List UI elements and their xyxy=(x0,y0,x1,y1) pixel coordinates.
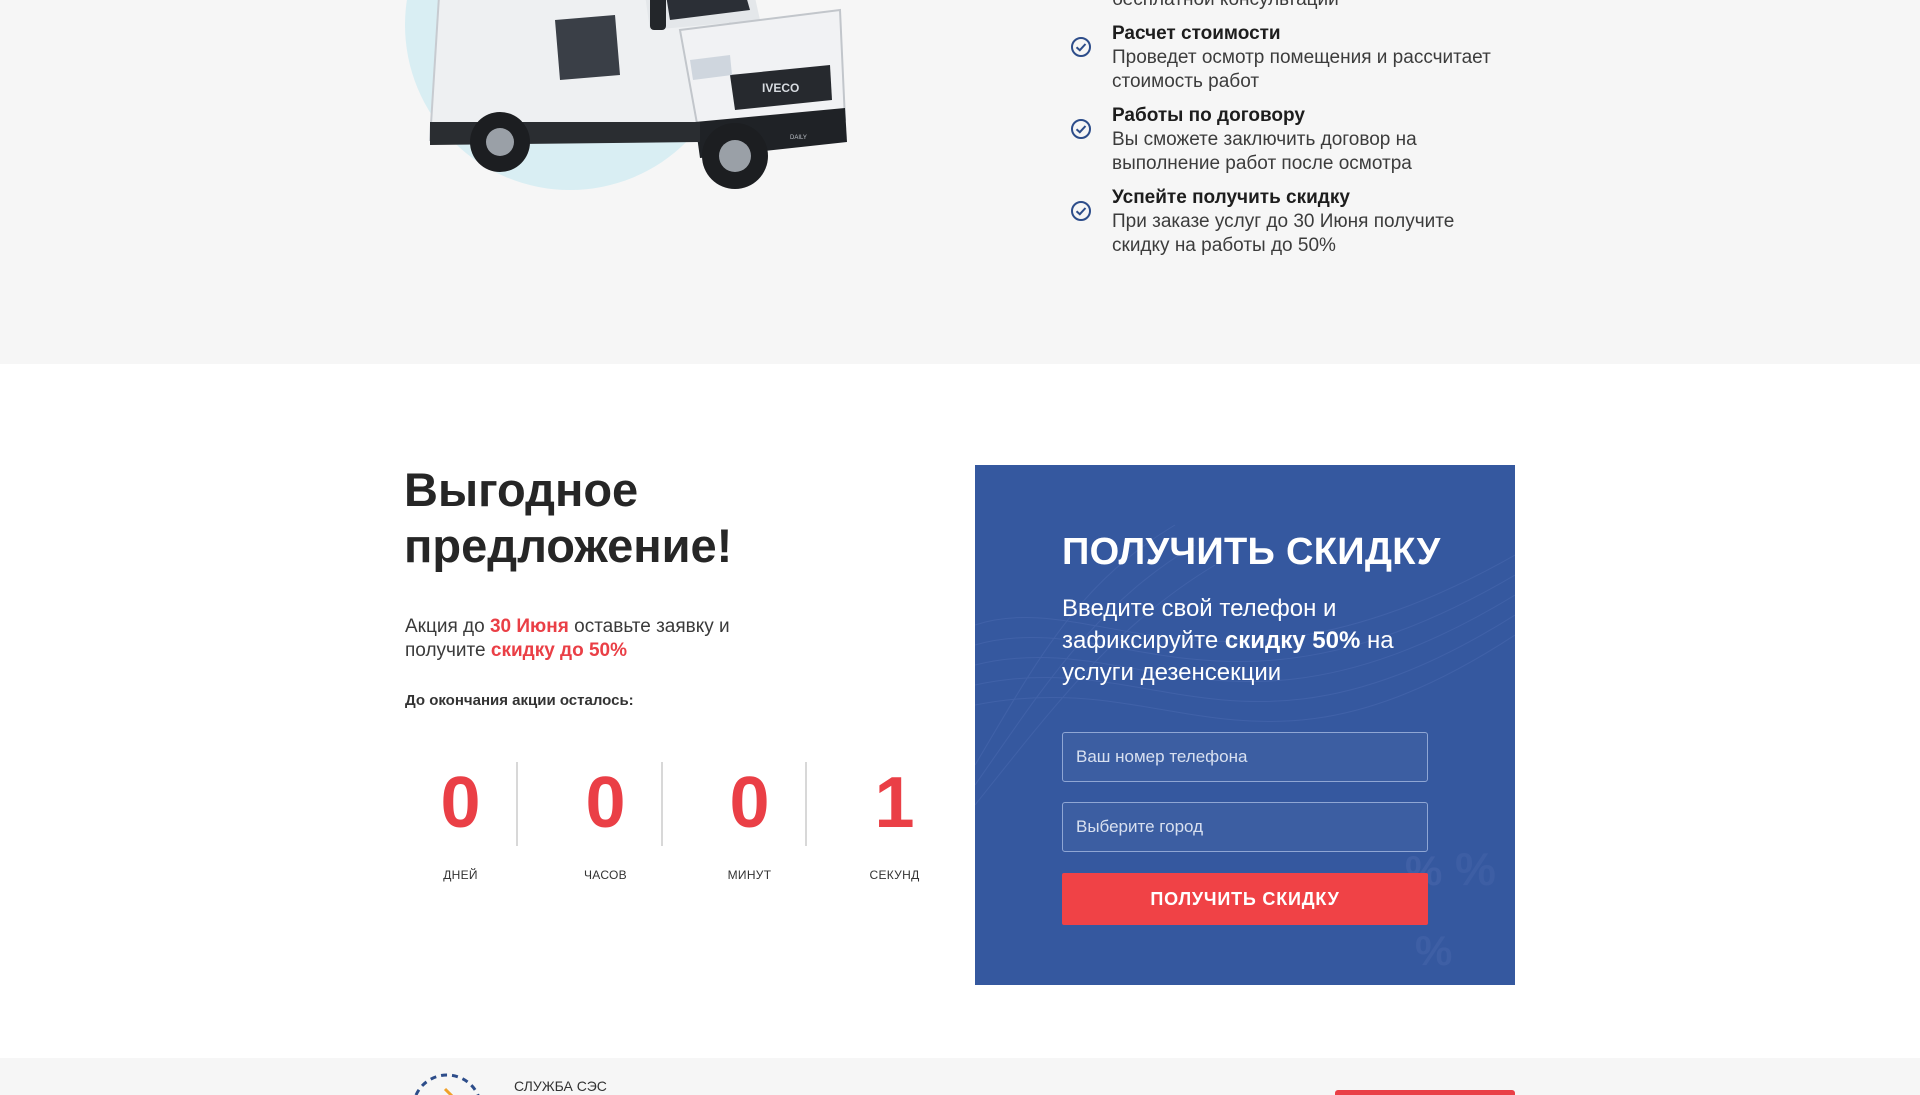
offer-text-part: Акция до xyxy=(405,616,490,637)
countdown-divider xyxy=(805,762,807,846)
features-list: бесплатной консультации Расчет стоимости… xyxy=(1070,0,1510,268)
countdown-timer: 0 ДНЕЙ 0 ЧАСОВ 0 МИНУТ 1 СЕКУНД xyxy=(405,758,919,882)
countdown-divider xyxy=(516,762,518,846)
services-section: IVECO DAILY бесплатной консультации Расч… xyxy=(0,0,1920,364)
feature-title: Успейте получить скидку xyxy=(1112,187,1350,208)
countdown-seconds: 1 СЕКУНД xyxy=(822,758,967,882)
offer-text: Акция до 30 Июня оставьте заявку и получ… xyxy=(405,615,785,663)
countdown-divider xyxy=(661,762,663,846)
get-discount-button[interactable]: ПОЛУЧИТЬ СКИДКУ xyxy=(1062,873,1428,925)
city-select[interactable] xyxy=(1062,802,1428,852)
countdown-value: 0 xyxy=(585,763,626,843)
check-circle-icon xyxy=(1071,201,1091,221)
van-brand-text: IVECO xyxy=(762,81,799,95)
countdown-value: 1 xyxy=(874,763,915,843)
countdown-unit: МИНУТ xyxy=(727,868,772,882)
check-circle-icon xyxy=(1071,37,1091,57)
offer-discount: скидку до 50% xyxy=(490,640,628,661)
van-illustration: IVECO DAILY xyxy=(400,0,860,190)
countdown-days: 0 ДНЕЙ xyxy=(388,758,533,882)
feature-item-cost: Расчет стоимости Проведет осмотр помещен… xyxy=(1070,22,1510,94)
percent-decoration-icon: % xyxy=(1455,843,1496,895)
feature-desc: Вы сможете заключить договор на выполнен… xyxy=(1112,129,1417,174)
feature-title: Работы по договору xyxy=(1112,105,1305,126)
feature-item-discount: Успейте получить скидку При заказе услуг… xyxy=(1070,186,1510,258)
offer-title: Выгодное предложение! xyxy=(404,463,733,572)
feature-item-contract: Работы по договору Вы сможете заключить … xyxy=(1070,104,1510,176)
offer-date: 30 Июня xyxy=(489,616,569,637)
footer-cta-button[interactable] xyxy=(1335,1090,1515,1095)
van-image: IVECO DAILY xyxy=(428,0,847,189)
check-circle-icon xyxy=(1071,119,1091,139)
countdown-unit: ДНЕЙ xyxy=(443,868,478,882)
countdown-label: До окончания акции осталось: xyxy=(405,692,634,709)
discount-form-card: % % % ПОЛУЧИТЬ СКИДКУ Введите свой телеф… xyxy=(975,465,1515,985)
countdown-unit: СЕКУНД xyxy=(869,868,920,882)
feature-item-consultation: бесплатной консультации xyxy=(1070,0,1510,12)
footer xyxy=(0,1058,1920,1095)
phone-input[interactable] xyxy=(1062,732,1428,782)
form-subtitle: Введите свой телефон и зафиксируйте скид… xyxy=(1062,593,1442,689)
feature-desc: Проведет осмотр помещения и рассчитает с… xyxy=(1112,47,1491,92)
feature-title: Расчет стоимости xyxy=(1112,23,1281,44)
feature-desc: бесплатной консультации xyxy=(1112,0,1510,12)
footer-brand: СЛУЖБА СЭС xyxy=(514,1078,607,1094)
countdown-value: 0 xyxy=(729,763,770,843)
ses-logo-icon[interactable] xyxy=(405,1069,489,1095)
countdown-value: 0 xyxy=(440,763,481,843)
percent-decoration-icon: % xyxy=(1415,927,1452,974)
feature-desc: При заказе услуг до 30 Июня получите ски… xyxy=(1112,211,1455,256)
form-title: ПОЛУЧИТЬ СКИДКУ xyxy=(1062,531,1441,573)
form-subtitle-bold: скидку 50% xyxy=(1224,627,1361,654)
countdown-hours: 0 ЧАСОВ xyxy=(533,758,678,882)
van-plate-text: DAILY xyxy=(790,135,807,141)
countdown-unit: ЧАСОВ xyxy=(584,868,627,882)
countdown-minutes: 0 МИНУТ xyxy=(677,758,822,882)
